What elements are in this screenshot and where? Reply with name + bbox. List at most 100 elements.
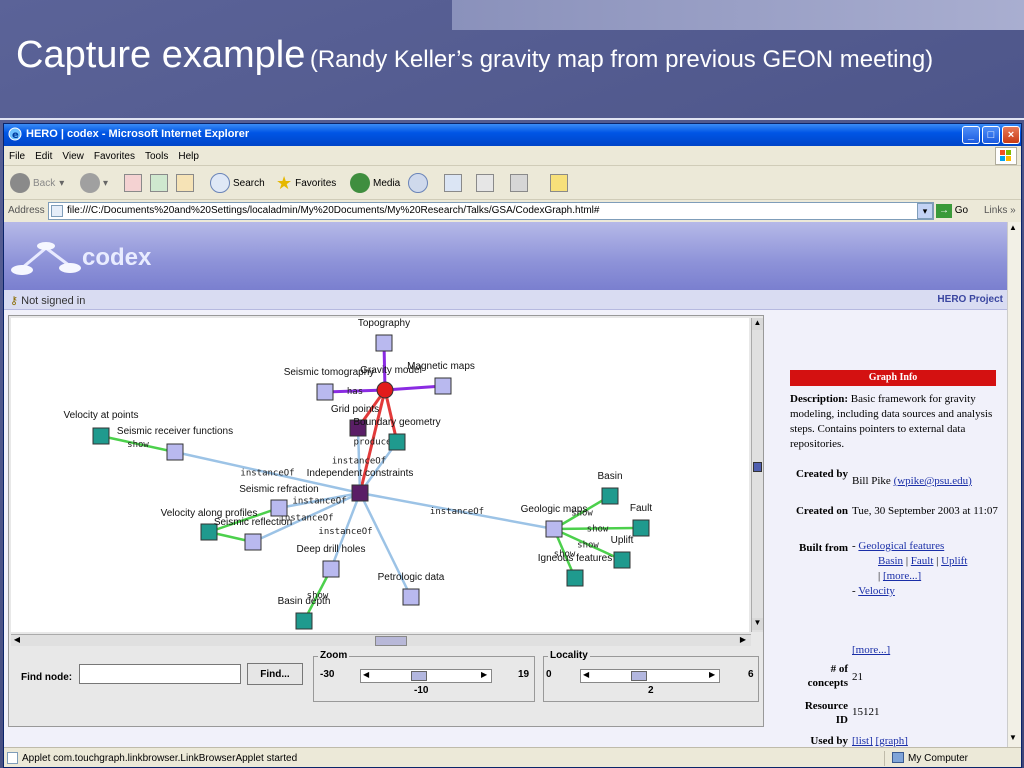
graph-node[interactable] — [376, 381, 394, 399]
edit-button[interactable] — [510, 172, 528, 194]
mail-button[interactable] — [444, 172, 462, 194]
graph-node-label[interactable]: Grid points — [331, 404, 379, 415]
graph-horizontal-scrollbar[interactable]: ◀ ▶ — [11, 634, 751, 646]
menu-view[interactable]: View — [57, 147, 89, 162]
signin-status[interactable]: ⚷ Not signed in — [10, 294, 85, 307]
graph-node[interactable] — [613, 551, 631, 569]
creator-name: Bill Pike — [852, 475, 891, 487]
address-dropdown-icon[interactable]: ▾ — [917, 203, 933, 219]
web-page: codex ⚷ Not signed in HERO Project has pr… — [4, 222, 1007, 747]
scroll-down-icon[interactable]: ▼ — [752, 618, 763, 630]
locality-slider-thumb[interactable] — [631, 671, 647, 681]
built-from-geological-features[interactable]: Geological features — [858, 540, 944, 552]
scroll-thumb[interactable] — [753, 462, 762, 472]
refresh-button[interactable] — [150, 172, 168, 194]
media-button[interactable]: Media — [350, 172, 400, 194]
graph-node-label[interactable]: Basin — [597, 471, 622, 482]
address-input[interactable]: file:///C:/Documents%20and%20Settings/lo… — [48, 202, 934, 220]
graph-vertical-scrollbar[interactable]: ▲ ▼ — [751, 318, 763, 632]
graph-node-label[interactable]: Magnetic maps — [407, 361, 475, 372]
stop-button[interactable] — [124, 172, 142, 194]
search-button[interactable]: Search — [210, 172, 265, 194]
minimize-button[interactable]: _ — [962, 126, 980, 144]
graph-node-label[interactable]: Seismic refraction — [239, 484, 318, 495]
menu-help[interactable]: Help — [173, 147, 204, 162]
more-link[interactable]: [more...] — [852, 644, 890, 656]
graph-node[interactable] — [351, 484, 369, 502]
page-scroll-down-icon[interactable]: ▼ — [1009, 733, 1017, 742]
concept-graph[interactable]: has produce instanceOf instanceOf show instan… — [11, 318, 749, 632]
maximize-button[interactable]: □ — [982, 126, 1000, 144]
zoom-decrease-icon[interactable]: ◀ — [363, 670, 369, 679]
built-from-basin[interactable]: Basin — [878, 555, 903, 567]
history-button[interactable] — [408, 172, 431, 194]
scroll-up-icon[interactable]: ▲ — [752, 318, 763, 330]
page-scroll-up-icon[interactable]: ▲ — [1009, 223, 1017, 232]
close-button[interactable]: × — [1002, 126, 1020, 144]
graph-node[interactable] — [388, 433, 406, 451]
find-node-input[interactable] — [79, 664, 241, 684]
graph-node[interactable] — [244, 533, 262, 551]
home-button[interactable] — [176, 172, 194, 194]
menu-tools[interactable]: Tools — [140, 147, 173, 162]
graph-node[interactable] — [545, 520, 563, 538]
forward-button[interactable]: ▾ — [80, 172, 108, 194]
page-vertical-scrollbar[interactable]: ▲ ▼ — [1007, 222, 1021, 747]
graph-node-label[interactable]: Geologic maps — [521, 504, 588, 515]
menu-favorites[interactable]: Favorites — [89, 147, 140, 162]
links-button[interactable]: Links » — [984, 205, 1016, 216]
scroll-right-icon[interactable]: ▶ — [737, 635, 749, 645]
built-from-uplift[interactable]: Uplift — [941, 555, 967, 567]
graph-node-label[interactable]: Topography — [358, 318, 410, 329]
built-from-sublist: Basin | Fault | Uplift — [878, 555, 968, 567]
zoom-slider-thumb[interactable] — [411, 671, 427, 681]
graph-node-label[interactable]: Seismic receiver functions — [117, 426, 233, 437]
go-button[interactable]: → Go — [936, 204, 968, 218]
locality-increase-icon[interactable]: ▶ — [709, 670, 715, 679]
window-titlebar[interactable]: e HERO | codex - Microsoft Internet Expl… — [4, 124, 1021, 146]
mail-icon — [444, 174, 462, 192]
graph-node-label[interactable]: Independent constraints — [307, 468, 414, 479]
hero-project-link[interactable]: HERO Project — [937, 294, 1003, 305]
graph-node-label[interactable]: Boundary geometry — [353, 417, 440, 428]
graph-node[interactable] — [402, 588, 420, 606]
graph-node-label[interactable]: Fault — [630, 503, 652, 514]
graph-node-label[interactable]: Velocity at points — [63, 410, 138, 421]
built-from-more-link[interactable]: [more...] — [883, 570, 921, 582]
built-from-fault[interactable]: Fault — [911, 555, 934, 567]
locality-decrease-icon[interactable]: ◀ — [583, 670, 589, 679]
back-button[interactable]: Back ▾ — [10, 172, 64, 194]
graph-node[interactable] — [601, 487, 619, 505]
used-by-graph-link[interactable]: [graph] — [876, 735, 908, 747]
graph-node[interactable] — [375, 334, 393, 352]
graph-node-label[interactable]: Basin depth — [278, 596, 331, 607]
messenger-button[interactable] — [550, 172, 568, 194]
graph-node[interactable] — [322, 560, 340, 578]
graph-node-label[interactable]: Petrologic data — [378, 572, 445, 583]
graph-node-label[interactable]: Seismic reflection — [214, 517, 292, 528]
graph-node[interactable] — [316, 383, 334, 401]
scroll-left-icon[interactable]: ◀ — [11, 635, 23, 645]
graph-node[interactable] — [270, 499, 288, 517]
menu-edit[interactable]: Edit — [30, 147, 57, 162]
graph-node-label[interactable]: Igneous features — [538, 553, 613, 564]
zoom-slider[interactable]: ◀ ▶ — [360, 669, 492, 683]
zoom-increase-icon[interactable]: ▶ — [481, 670, 487, 679]
graph-node[interactable] — [166, 443, 184, 461]
graph-node[interactable] — [632, 519, 650, 537]
horizontal-scroll-thumb[interactable] — [375, 636, 407, 646]
graph-node[interactable] — [92, 427, 110, 445]
print-button[interactable] — [476, 172, 494, 194]
built-from-velocity[interactable]: Velocity — [858, 585, 895, 597]
graph-node-label[interactable]: Deep drill holes — [297, 544, 366, 555]
locality-slider[interactable]: ◀ ▶ — [580, 669, 720, 683]
creator-email-link[interactable]: (wpike@psu.edu) — [894, 475, 972, 487]
graph-node[interactable] — [295, 612, 313, 630]
graph-node[interactable] — [434, 377, 452, 395]
graph-node-label[interactable]: Uplift — [611, 535, 634, 546]
find-button[interactable]: Find... — [247, 663, 303, 685]
favorites-button[interactable]: ★ Favorites — [276, 172, 336, 194]
menu-file[interactable]: File — [4, 147, 30, 162]
used-by-list-link[interactable]: [list] — [852, 735, 873, 747]
graph-node[interactable] — [566, 569, 584, 587]
